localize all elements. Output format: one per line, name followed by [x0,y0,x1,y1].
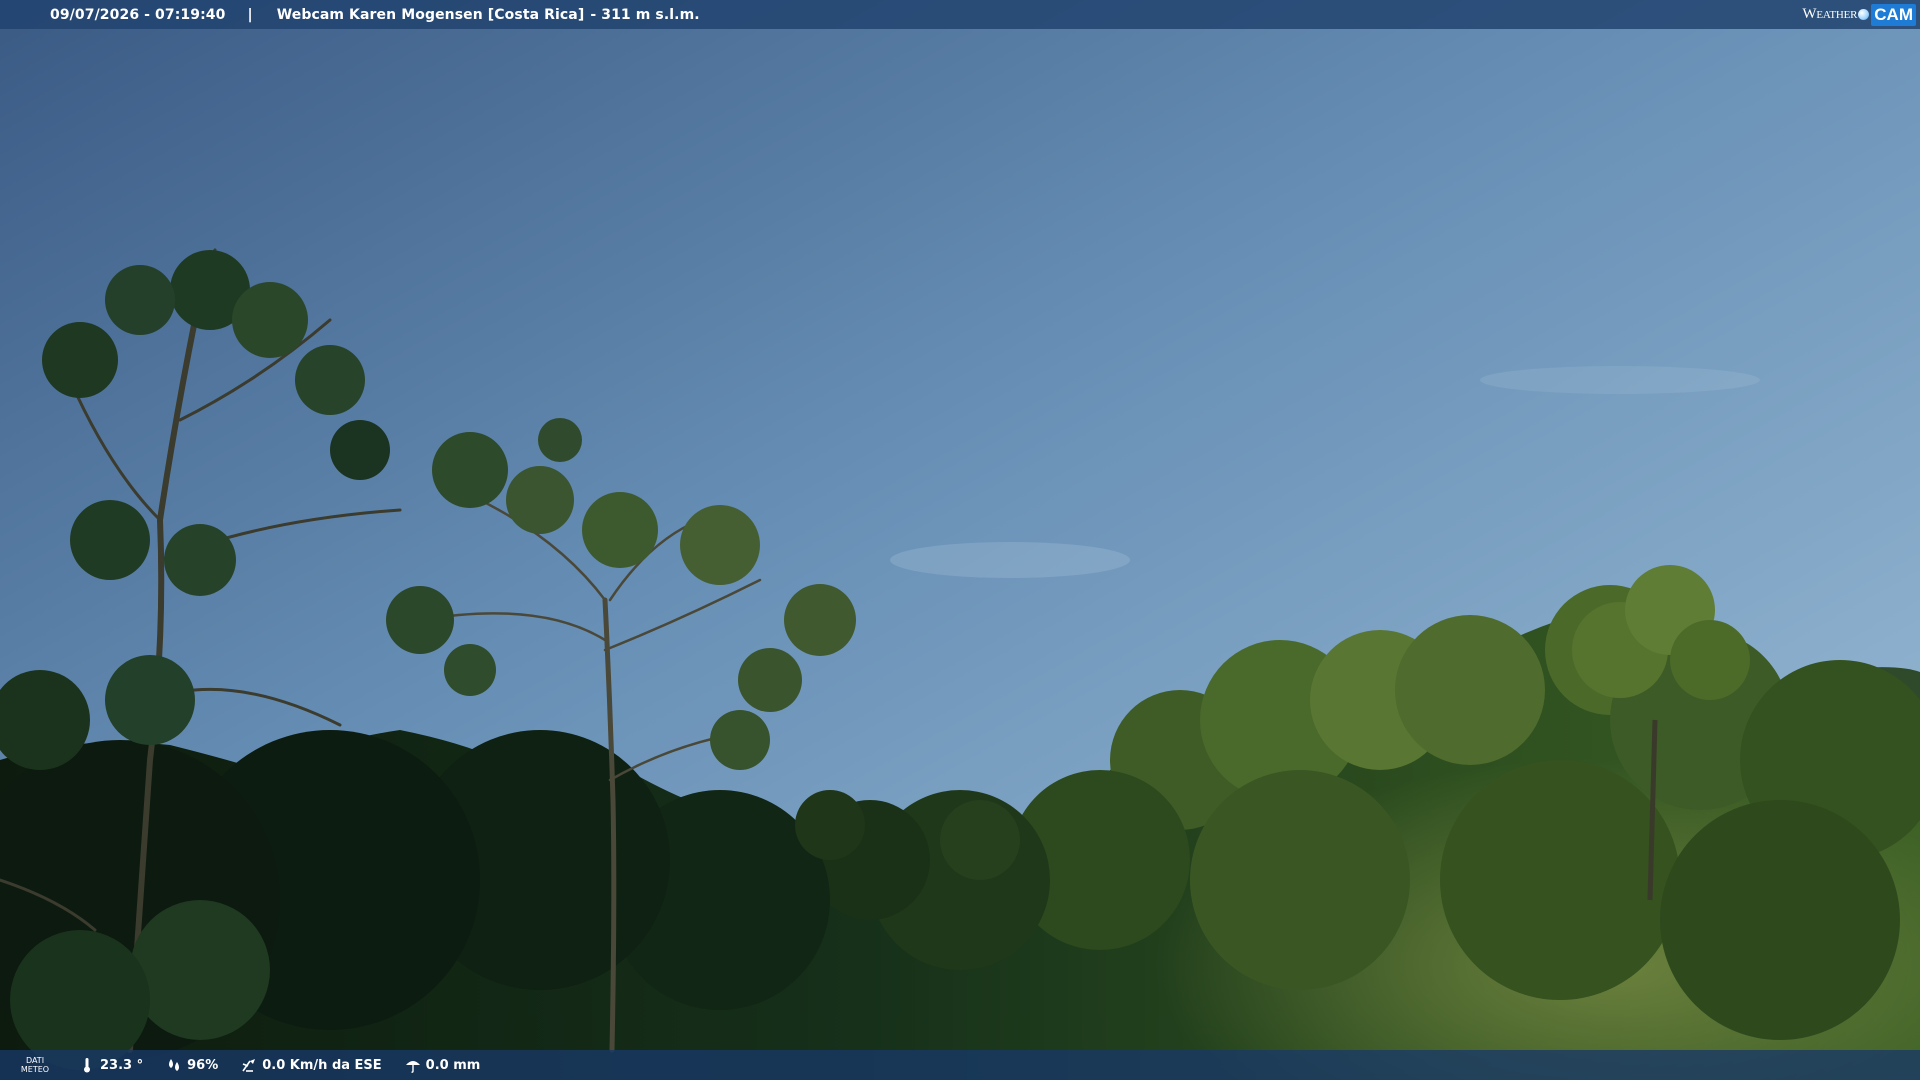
rain-value: 0.0 mm [425,1057,481,1073]
webcam-title: Webcam Karen Mogensen [Costa Rica] [276,6,585,23]
humidity-metric: 96% [165,1056,218,1074]
cloud-wisp [890,542,1130,578]
humidity-drops-icon [165,1056,183,1074]
temperature-metric: 23.3 ° [78,1056,143,1074]
weathercam-logo[interactable]: Weather CAM [1802,0,1920,29]
dati-label-line2: METEO [20,1065,50,1074]
webcam-image [0,0,1920,1080]
top-info-bar: 09/07/2026 - 07:19:40 | Webcam Karen Mog… [0,0,1920,29]
cloud-wisp [1480,366,1760,394]
logo-weather-text: Weather [1802,6,1858,22]
humidity-value: 96% [187,1057,219,1073]
thermometer-icon [78,1056,96,1074]
wind-value: 0.0 Km/h da ESE [262,1057,382,1073]
meteo-data-bar: DATI METEO 23.3 ° 96% 0.0 Km/h da ESE 0.… [0,1050,1920,1080]
rain-umbrella-icon [404,1056,422,1074]
logo-dot-icon [1858,9,1870,20]
webcam-frame: 09/07/2026 - 07:19:40 | Webcam Karen Mog… [0,0,1920,1080]
separator: | [247,6,253,23]
wind-metric: 0.0 Km/h da ESE [240,1056,382,1074]
altitude-label: - 311 m s.l.m. [590,6,700,23]
rain-metric: 0.0 mm [404,1056,481,1074]
dati-label-line1: DATI [25,1056,45,1065]
temperature-value: 23.3 ° [100,1057,144,1073]
datetime-label: 09/07/2026 - 07:19:40 [50,6,226,23]
dati-meteo-label: DATI METEO [0,1056,70,1074]
wind-vane-icon [240,1056,258,1074]
logo-cam-text: CAM [1871,3,1916,26]
